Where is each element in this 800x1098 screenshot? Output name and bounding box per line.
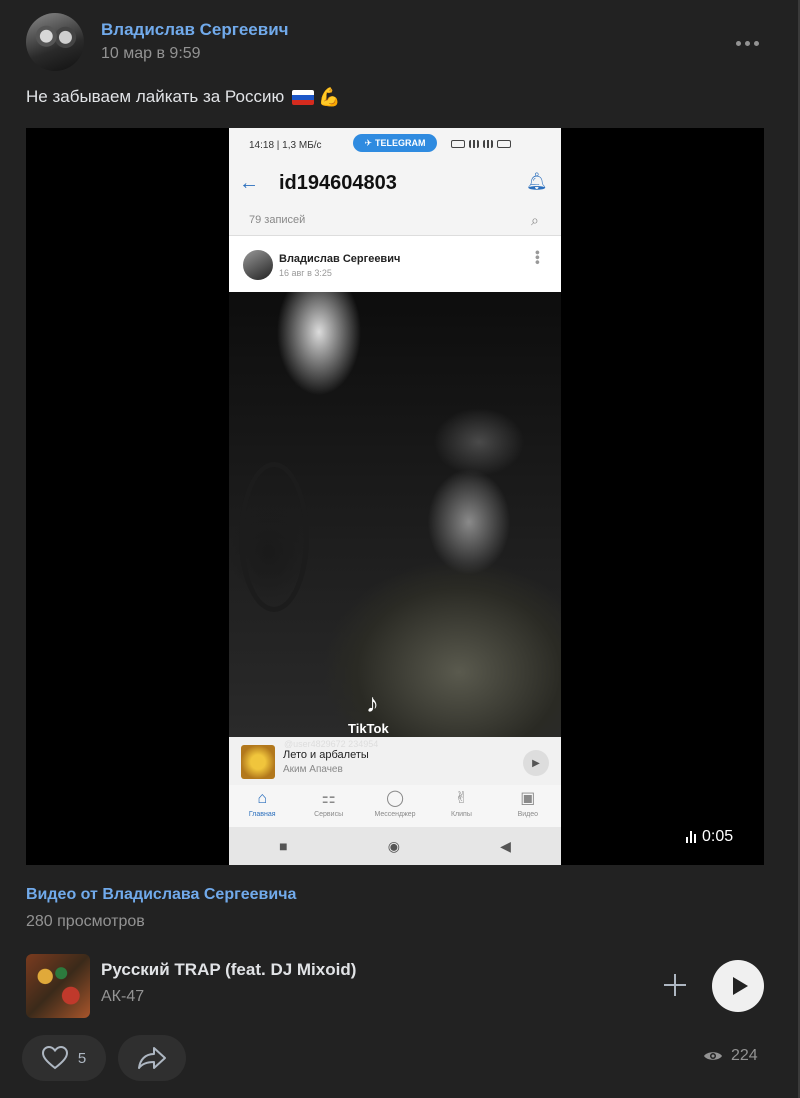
play-button[interactable] xyxy=(712,960,764,1012)
tab-messenger: ◯ Мессенджер xyxy=(374,790,416,818)
mini-track-title: Лето и арбалеты xyxy=(283,749,369,761)
video-player[interactable]: 14:18 | 1,3 МБ/с ✈ TELEGRAM ← id19460480… xyxy=(26,128,764,865)
heart-icon xyxy=(41,1046,68,1070)
tab-services: ⚏ Сервисы xyxy=(314,790,344,818)
play-icon xyxy=(732,977,748,995)
records-row: 79 записей ⌕ xyxy=(229,206,561,236)
steering-wheel-shape xyxy=(239,462,309,612)
author-avatar[interactable] xyxy=(26,13,84,71)
duration-text: 0:05 xyxy=(702,828,734,845)
tiktok-user: @user4829672 234954 xyxy=(284,739,379,749)
flexed-biceps-emoji: 💪 xyxy=(318,87,341,107)
signal-icon-2 xyxy=(483,140,493,148)
messenger-icon: ◯ xyxy=(386,790,404,807)
inner-author: Владислав Сергеевич xyxy=(279,253,401,265)
audio-cover[interactable] xyxy=(26,954,90,1018)
home-icon: ⌂ xyxy=(257,790,268,807)
tab-home: ⌂ Главная xyxy=(248,790,276,818)
audio-artist[interactable]: АК-47 xyxy=(101,988,144,1006)
russia-flag-icon xyxy=(292,89,315,105)
post-card: Владислав Сергеевич 10 мар в 9:59 Не заб… xyxy=(0,0,800,1098)
back-icon: ◀ xyxy=(500,837,511,854)
records-count: 79 записей xyxy=(249,214,306,226)
recents-icon: ■ xyxy=(279,838,288,854)
mini-audio-player: Лето и арбалеты Аким Апачев ▶ xyxy=(229,737,561,785)
tab-clips: ✌ Клипы xyxy=(450,790,472,818)
post-date[interactable]: 10 мар в 9:59 xyxy=(101,45,201,63)
views-bars-icon xyxy=(686,831,696,843)
post-text: Не забываем лайкать за Россию 💪 xyxy=(26,87,341,107)
mini-track-artist: Аким Апачев xyxy=(283,764,343,775)
vk-profile-header: ← id194604803 🔔︎ xyxy=(229,162,561,206)
sim-icon xyxy=(451,140,465,148)
battery-icon xyxy=(497,140,511,148)
inner-avatar xyxy=(243,250,273,280)
tiktok-label: TikTok xyxy=(348,721,389,736)
search-icon: ⌕ xyxy=(531,212,539,228)
eye-icon xyxy=(704,1052,722,1060)
post-views-count: 224 xyxy=(731,1047,758,1064)
inner-date: 16 авг в 3:25 xyxy=(279,268,332,278)
video-views: 280 просмотров xyxy=(26,913,145,930)
services-icon: ⚏ xyxy=(321,790,336,807)
tiktok-logo-icon: ♪ xyxy=(366,688,379,718)
mini-track-cover xyxy=(241,745,275,779)
more-options-icon[interactable] xyxy=(732,38,762,48)
telegram-pill-label: TELEGRAM xyxy=(375,138,426,148)
profile-id: id194604803 xyxy=(279,172,397,194)
like-count: 5 xyxy=(77,1049,87,1067)
back-arrow-icon: ← xyxy=(239,172,259,194)
author-name[interactable]: Владислав Сергеевич xyxy=(101,20,289,40)
status-time: 14:18 | 1,3 МБ/с xyxy=(249,140,322,151)
soldier-photo xyxy=(229,292,561,737)
mini-play-icon: ▶ xyxy=(523,750,549,776)
inner-more-icon: ••• xyxy=(530,250,546,265)
home-button-icon: ◉ xyxy=(387,837,400,854)
android-nav-bar: ■ ◉ ◀ xyxy=(229,827,561,865)
add-audio-button[interactable] xyxy=(660,970,690,1000)
notification-bell-icon: 🔔︎ xyxy=(526,172,548,191)
video-duration: 0:05 xyxy=(686,828,733,846)
phone-screen-recording: 14:18 | 1,3 МБ/с ✈ TELEGRAM ← id19460480… xyxy=(229,128,561,865)
audio-title[interactable]: Русский TRAP (feat. DJ Mixoid) xyxy=(101,960,356,980)
like-button[interactable]: 5 xyxy=(22,1035,106,1081)
post-text-content: Не забываем лайкать за Россию xyxy=(26,87,285,106)
video-author-link[interactable]: Видео от Владислава Сергеевича xyxy=(26,886,296,904)
telegram-pill: ✈ TELEGRAM xyxy=(353,134,437,152)
signal-icon xyxy=(469,140,479,148)
post-views: 224 xyxy=(703,1047,758,1065)
vk-tab-bar: ⌂ Главная ⚏ Сервисы ◯ Мессенджер ✌ Клипы ▣ Ви… xyxy=(229,785,561,827)
tab-video: ▣ Видео xyxy=(517,790,539,818)
share-button[interactable] xyxy=(118,1035,186,1081)
clips-icon: ✌ xyxy=(454,790,469,807)
share-arrow-icon xyxy=(138,1047,166,1069)
inner-post-header: Владислав Сергеевич 16 авг в 3:25 ••• xyxy=(229,236,561,292)
phone-status-bar: 14:18 | 1,3 МБ/с ✈ TELEGRAM xyxy=(229,128,561,162)
video-icon: ▣ xyxy=(520,790,536,807)
telegram-plane-icon: ✈ xyxy=(364,137,373,148)
status-icons xyxy=(451,140,511,148)
